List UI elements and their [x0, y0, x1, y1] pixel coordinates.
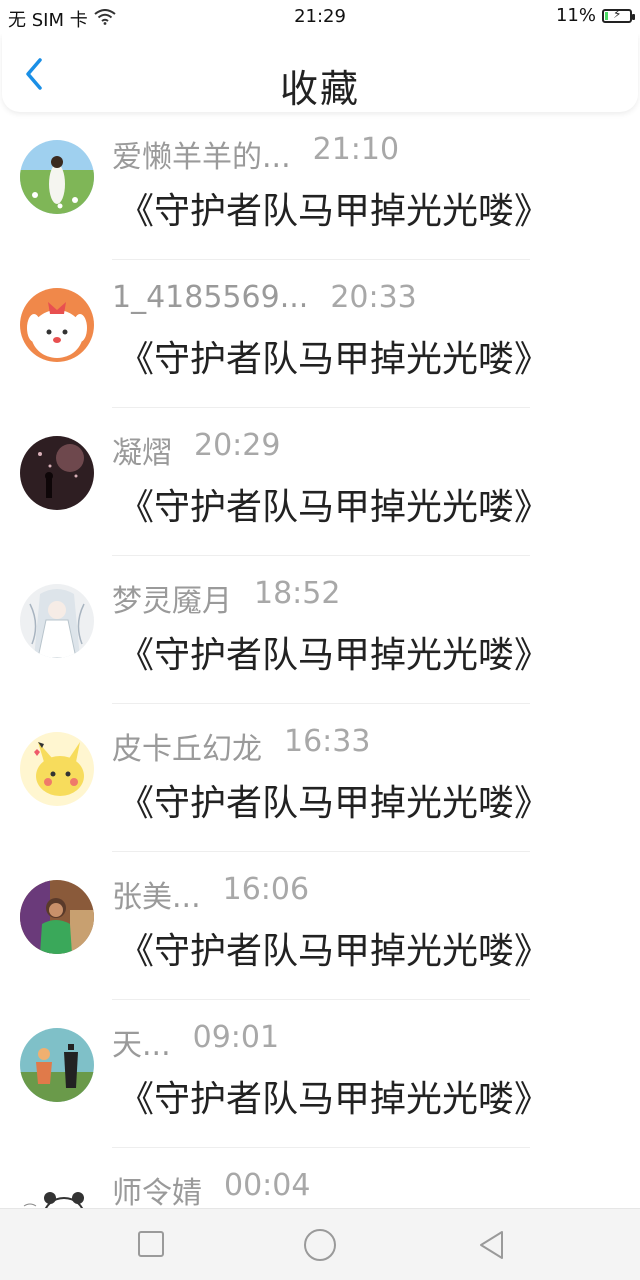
- item-time: 00:04: [224, 1168, 311, 1203]
- square-icon: [138, 1231, 164, 1257]
- list-item[interactable]: 天... 09:01 《守护者队马甲掉光光喽》: [0, 1000, 640, 1148]
- item-time: 16:33: [284, 724, 371, 759]
- list-item[interactable]: 皮卡丘幻龙 16:33 《守护者队马甲掉光光喽》: [0, 704, 640, 852]
- user-name: 皮卡丘幻龙: [112, 732, 262, 767]
- list-item[interactable]: 1_4185569... 20:33 《守护者队马甲掉光光喽》: [0, 260, 640, 408]
- item-meta: 梦灵魇月 18:52: [112, 576, 340, 620]
- item-time: 20:29: [194, 428, 281, 463]
- user-name: 凝熠: [112, 436, 172, 471]
- item-time: 18:52: [254, 576, 341, 611]
- item-title: 《守护者队马甲掉光光喽》: [118, 1079, 551, 1120]
- item-title: 《守护者队马甲掉光光喽》: [118, 635, 551, 676]
- user-name: 梦灵魇月: [112, 584, 232, 619]
- item-time: 21:10: [312, 132, 400, 167]
- item-meta: 师令婧 00:04: [112, 1168, 310, 1208]
- user-name: 师令婧: [112, 1176, 202, 1208]
- item-time: 20:33: [330, 280, 417, 315]
- list-item[interactable]: 梦灵魇月 18:52 《守护者队马甲掉光光喽》: [0, 556, 640, 704]
- system-nav-bar: [0, 1208, 640, 1280]
- header: 收藏: [2, 34, 638, 112]
- avatar: [20, 1028, 94, 1102]
- item-time: 09:01: [192, 1020, 280, 1055]
- user-name: 爱懒羊羊的...: [112, 140, 291, 175]
- user-name: 张美...: [112, 880, 201, 915]
- user-name: 1_4185569...: [112, 280, 309, 315]
- avatar: [20, 1176, 94, 1208]
- item-meta: 凝熠 20:29: [112, 428, 280, 472]
- user-name: 天...: [112, 1028, 171, 1063]
- battery-fill: [605, 11, 608, 20]
- item-time: 16:06: [222, 872, 310, 907]
- charging-icon: ⚡: [613, 6, 622, 21]
- list-item[interactable]: 凝熠 20:29 《守护者队马甲掉光光喽》: [0, 408, 640, 556]
- home-button[interactable]: [302, 1227, 338, 1267]
- page-title: 收藏: [279, 67, 360, 111]
- item-title: 《守护者队马甲掉光光喽》: [118, 783, 551, 824]
- status-right: 11% ⚡: [555, 5, 635, 26]
- list-item[interactable]: 爱懒羊羊的... 21:10 《守护者队马甲掉光光喽》: [0, 112, 640, 260]
- item-meta: 1_4185569... 20:33: [112, 280, 417, 315]
- list-item[interactable]: 张美... 16:06 《守护者队马甲掉光光喽》: [0, 852, 640, 1000]
- avatar: [20, 732, 94, 806]
- item-title: 《守护者队马甲掉光光喽》: [118, 931, 551, 972]
- item-meta: 张美... 16:06: [112, 872, 309, 916]
- avatar: [20, 288, 94, 362]
- item-title: 《守护者队马甲掉光光喽》: [118, 487, 551, 528]
- avatar: [20, 584, 94, 658]
- circle-icon: [304, 1229, 336, 1261]
- triangle-back-icon: [480, 1231, 503, 1259]
- item-meta: 爱懒羊羊的... 21:10: [112, 132, 399, 176]
- item-meta: 天... 09:01: [112, 1020, 279, 1064]
- app-screen: 无 SIM 卡 21:29 11% ⚡ 收藏 爱懒羊羊的... 21:10 《守…: [0, 0, 640, 1280]
- battery-icon: ⚡: [602, 6, 635, 23]
- status-bar: 无 SIM 卡 21:29 11% ⚡: [0, 0, 640, 34]
- avatar: [20, 880, 94, 954]
- list-item[interactable]: 师令婧 00:04: [0, 1148, 640, 1208]
- item-title: 《守护者队马甲掉光光喽》: [118, 191, 551, 232]
- avatar: [20, 436, 94, 510]
- battery-percent: 11%: [555, 5, 596, 26]
- status-time: 21:29: [294, 6, 346, 27]
- item-meta: 皮卡丘幻龙 16:33: [112, 724, 370, 768]
- recent-apps-button[interactable]: [136, 1229, 166, 1263]
- back-nav-button[interactable]: [476, 1229, 508, 1265]
- avatar: [20, 140, 94, 214]
- favorites-list: 爱懒羊羊的... 21:10 《守护者队马甲掉光光喽》 1_4185569...…: [0, 112, 640, 1208]
- item-title: 《守护者队马甲掉光光喽》: [118, 339, 551, 380]
